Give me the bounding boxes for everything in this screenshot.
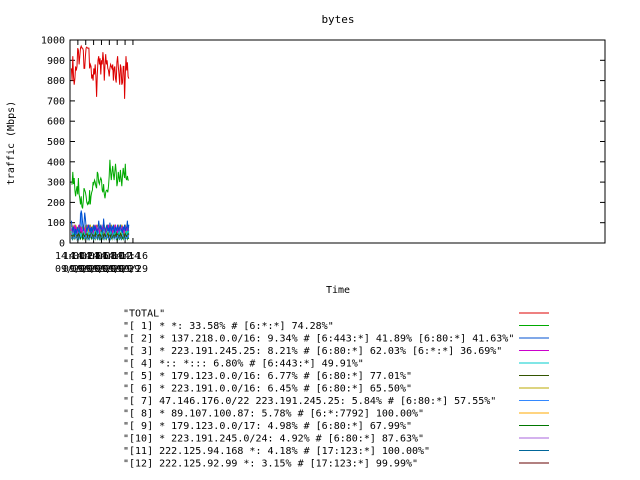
y-tick-label: 400 [47,157,65,168]
legend-entry-label: "[12] 222.125.92.99 *: 3.15% # [17:123:*… [123,459,418,470]
plot-frame [69,39,606,244]
legend-entry-label: "[ 6] * 223.191.0.0/16: 6.45% # [6:80:*]… [123,384,412,395]
y-tick-label: 300 [47,178,65,189]
x-axis-ticks: 14:0009/2914:0209/2914:0409/2914:0609/29… [55,40,148,275]
y-tick-label: 100 [47,218,65,229]
series-lines [70,44,130,241]
y-tick-label: 900 [47,56,65,67]
y-tick-label: 0 [59,239,65,250]
x-tick-label-date: 09/29 [118,264,148,275]
legend-entry-label: "[ 7] 47.146.176.0/22 223.191.245.25: 5.… [123,396,496,407]
traffic-line-chart: 01002003004005006007008009001000 14:0009… [6,13,606,470]
legend-entry-label: "[10] * 223.191.245.0/24: 4.92% # [6:80:… [123,434,424,445]
legend-entry-label: "[ 4] *:: *::: 6.80% # [6:443:*] 49.91%" [123,359,364,370]
plot-border [69,39,606,244]
y-axis-label: traffic (Mbps) [6,101,17,185]
y-tick-label: 200 [47,198,65,209]
y-tick-label: 700 [47,96,65,107]
legend-entry-label: "[ 1] * *: 33.58% # [6:*:*] 74.28%" [123,321,334,332]
series-line-0 [70,44,130,99]
legend-entry-label: "[ 5] * 179.123.0.0/16: 6.77% # [6:80:*]… [123,371,412,382]
legend-entry-label: "[ 2] * 137.218.0.0/16: 9.34% # [6:443:*… [123,334,514,345]
y-tick-label: 1000 [41,36,65,47]
legend-entry-label: "[ 8] * 89.107.100.87: 5.78% # [6:*:7792… [123,409,424,420]
x-tick-label-time: 14:16 [118,251,148,262]
legend: "TOTAL""[ 1] * *: 33.58% # [6:*:*] 74.28… [123,309,549,470]
legend-entry-label: "[11] 222.125.94.168 *: 4.18% # [17:123:… [123,446,430,457]
legend-entry-label: "TOTAL" [123,309,165,320]
legend-entry-label: "[ 9] * 179.123.0.0/17: 4.98% # [6:80:*]… [123,421,412,432]
y-tick-label: 800 [47,76,65,87]
series-line-1 [71,159,129,209]
y-tick-label: 500 [47,137,65,148]
x-axis-label: Time [326,285,350,296]
chart-title: bytes [321,13,354,26]
legend-entry-label: "[ 3] * 223.191.245.25: 8.21% # [6:80:*]… [123,346,502,357]
y-tick-label: 600 [47,117,65,128]
